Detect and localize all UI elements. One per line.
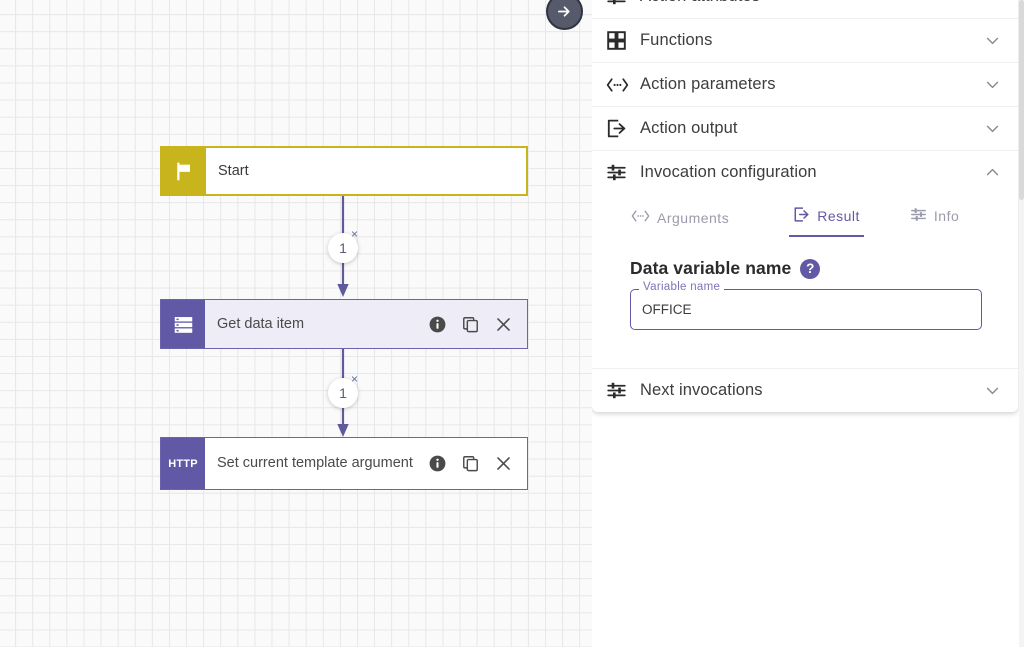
section-functions[interactable]: Functions	[592, 18, 1018, 62]
node-set-template-argument[interactable]: HTTP Set current template argument	[160, 437, 528, 490]
panel-scrollbar-track[interactable]	[1019, 0, 1024, 647]
chevron-down-icon[interactable]	[984, 120, 1001, 137]
tab-label: Arguments	[657, 209, 730, 226]
sliders-icon	[606, 0, 632, 7]
chevron-down-icon[interactable]	[984, 382, 1001, 399]
help-icon[interactable]: ?	[800, 258, 821, 279]
accordion-card: Action attributes Functio	[592, 0, 1018, 412]
chevron-down-icon[interactable]	[984, 76, 1001, 93]
variable-name-legend: Variable name	[639, 281, 725, 293]
node-label: Set current template argument	[217, 455, 413, 472]
tab-arguments[interactable]: Arguments	[627, 203, 733, 237]
variable-name-input[interactable]	[630, 289, 982, 330]
node-data-icon-tab	[161, 300, 205, 348]
sliders-icon	[606, 162, 632, 183]
node-action-group	[428, 315, 517, 334]
panel-scrollbar-thumb[interactable]	[1019, 0, 1024, 200]
flag-icon	[176, 161, 190, 181]
connector-remove-icon[interactable]: ×	[351, 373, 358, 385]
variable-name-field-group: Variable name	[630, 281, 982, 330]
section-title: Invocation configuration	[640, 163, 817, 181]
section-title: Action output	[640, 119, 738, 137]
close-icon[interactable]	[494, 315, 513, 334]
connector-count: 1	[339, 240, 347, 256]
workflow-designer-screen: 1 × 1 × Start Get data item HTTP Set cur…	[0, 0, 1024, 647]
flow-canvas[interactable]: 1 × 1 × Start Get data item HTTP Set cur…	[0, 0, 592, 647]
section-next-invocations[interactable]: Next invocations	[592, 368, 1018, 412]
http-badge: HTTP	[161, 438, 205, 489]
section-action-attributes[interactable]: Action attributes	[592, 0, 1018, 18]
close-icon[interactable]	[494, 454, 513, 473]
node-data-body: Get data item	[205, 300, 527, 348]
tab-label: Info	[933, 208, 960, 224]
field-spacer	[611, 330, 1001, 360]
section-title: Action parameters	[640, 75, 776, 93]
pan-right-button[interactable]	[546, 0, 583, 30]
copy-icon[interactable]	[461, 454, 480, 473]
invocation-tabs: Arguments Result Info	[611, 194, 1001, 237]
chevron-down-icon[interactable]	[984, 32, 1001, 49]
node-label: Start	[218, 163, 249, 179]
tab-label: Result	[817, 208, 860, 224]
data-list-icon	[174, 316, 192, 333]
section-action-parameters[interactable]: Action parameters	[592, 62, 1018, 106]
invocation-configuration-body: Arguments Result Info Data variable name…	[592, 194, 1018, 368]
connector-count: 1	[339, 385, 347, 401]
grid-icon	[606, 30, 632, 51]
section-invocation-configuration[interactable]: Invocation configuration	[592, 150, 1018, 194]
tab-result[interactable]: Result	[789, 200, 864, 237]
chevron-down-icon[interactable]	[984, 0, 1001, 5]
connector-remove-icon[interactable]: ×	[351, 228, 358, 240]
angle-brackets-icon	[631, 209, 650, 226]
node-start[interactable]: Start	[160, 146, 528, 196]
section-title: Action attributes	[632, 0, 984, 6]
section-title: Functions	[640, 31, 713, 49]
node-get-data-item[interactable]: Get data item	[160, 299, 528, 349]
section-title: Next invocations	[640, 381, 763, 399]
info-icon[interactable]	[428, 315, 447, 334]
heading-text: Data variable name	[630, 258, 792, 278]
node-http-body: Set current template argument	[205, 438, 527, 489]
angle-brackets-icon	[606, 76, 632, 94]
node-action-group	[428, 454, 517, 473]
node-label: Get data item	[217, 316, 305, 332]
node-start-icon-tab	[162, 148, 206, 194]
output-arrow-icon	[606, 118, 632, 139]
node-start-body: Start	[206, 148, 526, 194]
info-icon[interactable]	[428, 454, 447, 473]
output-arrow-icon	[793, 206, 810, 226]
tab-info[interactable]: Info	[906, 200, 963, 237]
copy-icon[interactable]	[461, 315, 480, 334]
chevron-up-icon[interactable]	[984, 164, 1001, 181]
sliders-icon	[910, 206, 927, 226]
sliders-icon	[606, 380, 632, 401]
section-action-output[interactable]: Action output	[592, 106, 1018, 150]
arrow-right-icon	[557, 6, 570, 17]
properties-panel: Action attributes Functio	[592, 0, 1024, 647]
